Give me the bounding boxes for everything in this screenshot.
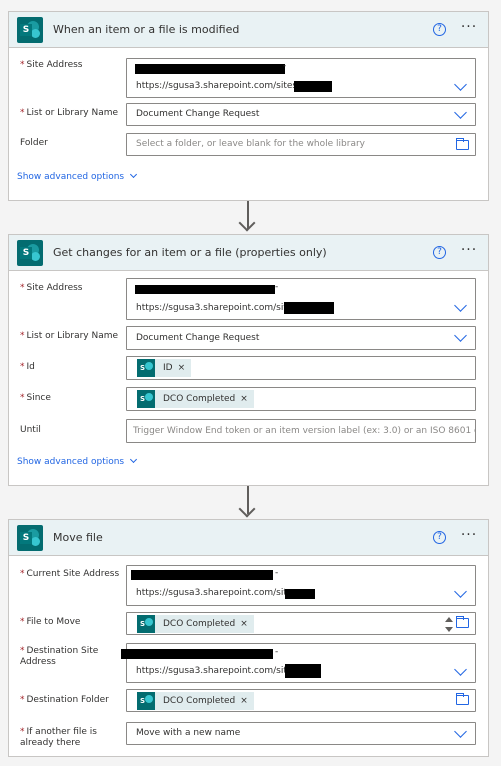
card-title: Move file — [53, 531, 103, 544]
id-label: * Id — [20, 362, 35, 372]
folder-label: Folder — [20, 138, 48, 148]
arrow-down-icon — [238, 214, 256, 232]
card-header[interactable]: S Move file ? ··· — [9, 520, 488, 556]
chevron-down-icon — [130, 170, 138, 179]
until-input[interactable]: Trigger Window End token or an item vers… — [126, 419, 476, 443]
if-file-exists-label: * If another file is already there — [20, 727, 97, 748]
sharepoint-icon: S — [137, 692, 155, 710]
remove-token-icon[interactable]: × — [240, 696, 248, 706]
dynamic-content-token[interactable]: S DCO Completed × — [137, 390, 254, 408]
chevron-down-icon — [130, 455, 138, 464]
chevron-down-icon[interactable] — [454, 663, 467, 676]
since-label: * Since — [20, 393, 51, 403]
chevron-down-icon[interactable] — [454, 106, 467, 119]
sharepoint-icon: S — [17, 525, 43, 551]
current-site-address-label: * Current Site Address — [20, 569, 120, 579]
sharepoint-icon: S — [17, 240, 43, 266]
card-title: When an item or a file is modified — [53, 23, 240, 36]
more-options-icon[interactable]: ··· — [458, 20, 480, 38]
redacted-text — [135, 285, 275, 294]
chevron-down-icon[interactable] — [454, 585, 467, 598]
card-title: Get changes for an item or a file (prope… — [53, 246, 327, 259]
current-site-address-dropdown[interactable]: - https://sgusa3.sharepoint.com/sites — [126, 565, 476, 606]
redacted-text — [285, 589, 315, 599]
since-input[interactable]: S DCO Completed × — [126, 387, 476, 411]
action-card-move-file: S Move file ? ··· * Current Site Address … — [8, 519, 489, 757]
dynamic-content-token[interactable]: S ID × — [137, 359, 192, 377]
list-name-label: * List or Library Name — [20, 108, 119, 118]
arrow-down-icon — [238, 500, 256, 518]
redacted-text — [135, 64, 285, 74]
destination-site-address-label: * Destination Site Address — [20, 646, 99, 667]
until-label: Until — [20, 425, 41, 435]
file-to-move-input[interactable]: S DCO Completed × — [126, 612, 476, 635]
remove-token-icon[interactable]: × — [240, 394, 248, 404]
site-address-label: * Site Address — [20, 283, 83, 293]
sharepoint-icon: S — [17, 17, 43, 43]
help-icon[interactable]: ? — [433, 23, 446, 36]
action-card-get-changes: S Get changes for an item or a file (pro… — [8, 234, 489, 486]
if-file-exists-dropdown[interactable]: Move with a new name — [126, 722, 476, 745]
card-header[interactable]: S When an item or a file is modified ? ·… — [9, 12, 488, 48]
stepper-icon[interactable] — [443, 615, 455, 635]
more-options-icon[interactable]: ··· — [458, 243, 480, 261]
folder-icon[interactable] — [456, 693, 469, 705]
chevron-down-icon[interactable] — [454, 299, 467, 312]
chevron-down-icon[interactable] — [454, 725, 467, 738]
site-address-dropdown[interactable]: - https://sgusa3.sharepoint.com/sites/ — [126, 58, 476, 98]
redacted-text — [285, 664, 321, 678]
card-header[interactable]: S Get changes for an item or a file (pro… — [9, 235, 488, 271]
help-icon[interactable]: ? — [433, 246, 446, 259]
destination-folder-input[interactable]: S DCO Completed × — [126, 689, 476, 712]
folder-icon[interactable] — [456, 616, 469, 628]
folder-input[interactable]: Select a folder, or leave blank for the … — [126, 133, 476, 156]
file-to-move-label: * File to Move — [20, 617, 81, 627]
sharepoint-icon: S — [137, 615, 155, 633]
remove-token-icon[interactable]: × — [178, 363, 186, 373]
sharepoint-icon: S — [137, 390, 155, 408]
folder-icon[interactable] — [456, 138, 469, 150]
redacted-text — [131, 570, 273, 580]
site-address-dropdown[interactable]: - https://sgusa3.sharepoint.com/sites — [126, 278, 476, 320]
dynamic-content-token[interactable]: S DCO Completed × — [137, 615, 254, 633]
trigger-card-when-item-modified: S When an item or a file is modified ? ·… — [8, 11, 489, 201]
redacted-text — [284, 302, 334, 314]
destination-site-address-dropdown[interactable]: - https://sgusa3.sharepoint.com/sites — [121, 643, 476, 683]
chevron-down-icon[interactable] — [454, 329, 467, 342]
remove-token-icon[interactable]: × — [240, 619, 248, 629]
help-icon[interactable]: ? — [433, 531, 446, 544]
id-input[interactable]: S ID × — [126, 356, 476, 380]
list-name-dropdown[interactable]: Document Change Request — [126, 326, 476, 350]
show-advanced-options-link[interactable]: Show advanced options — [17, 170, 138, 182]
site-address-label: * Site Address — [20, 60, 83, 70]
list-name-dropdown[interactable]: Document Change Request — [126, 103, 476, 126]
chevron-down-icon[interactable] — [454, 78, 467, 91]
sharepoint-icon: S — [137, 359, 155, 377]
show-advanced-options-link[interactable]: Show advanced options — [17, 455, 138, 467]
more-options-icon[interactable]: ··· — [458, 528, 480, 546]
list-name-label: * List or Library Name — [20, 331, 119, 341]
dynamic-content-token[interactable]: S DCO Completed × — [137, 692, 254, 710]
destination-folder-label: * Destination Folder — [20, 695, 109, 705]
redacted-text — [294, 81, 332, 92]
redacted-text — [121, 649, 273, 659]
